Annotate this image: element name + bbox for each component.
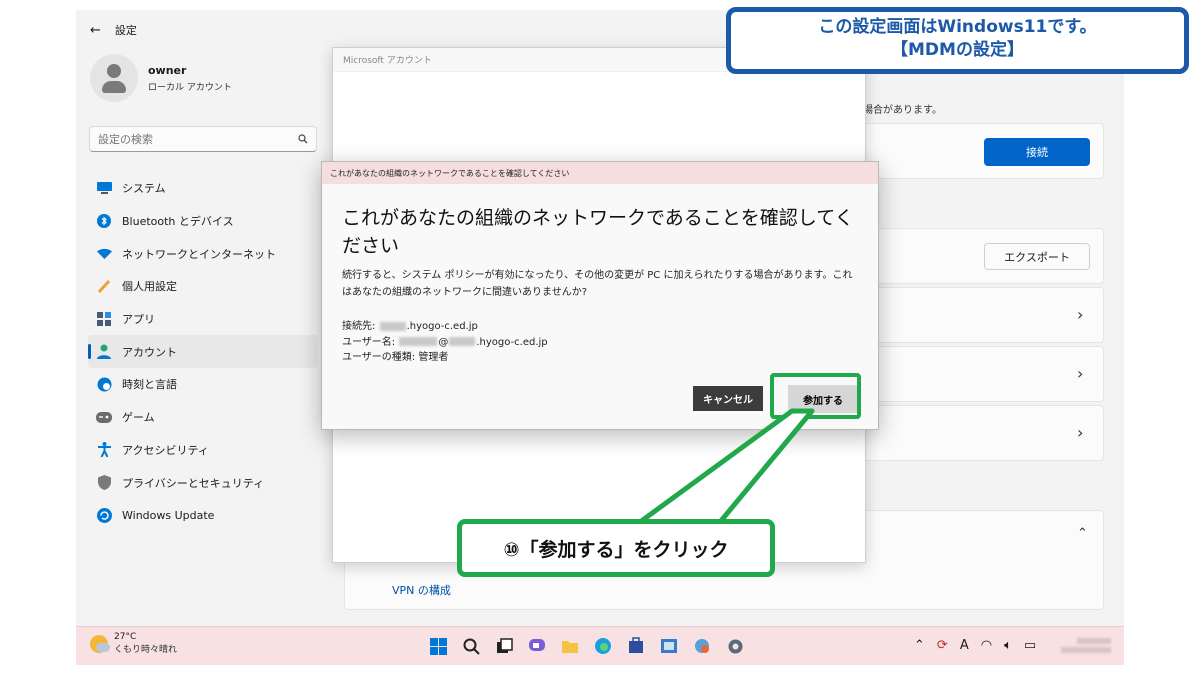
annotation-note: この設定画面はWindows11です。 【MDMの設定】 — [726, 7, 1189, 74]
note-line-2: 【MDMの設定】 — [891, 40, 1024, 60]
callout-instruction: ⑩「参加する」をクリック — [457, 519, 775, 577]
note-line-1: この設定画面はWindows11です。 — [818, 17, 1097, 37]
